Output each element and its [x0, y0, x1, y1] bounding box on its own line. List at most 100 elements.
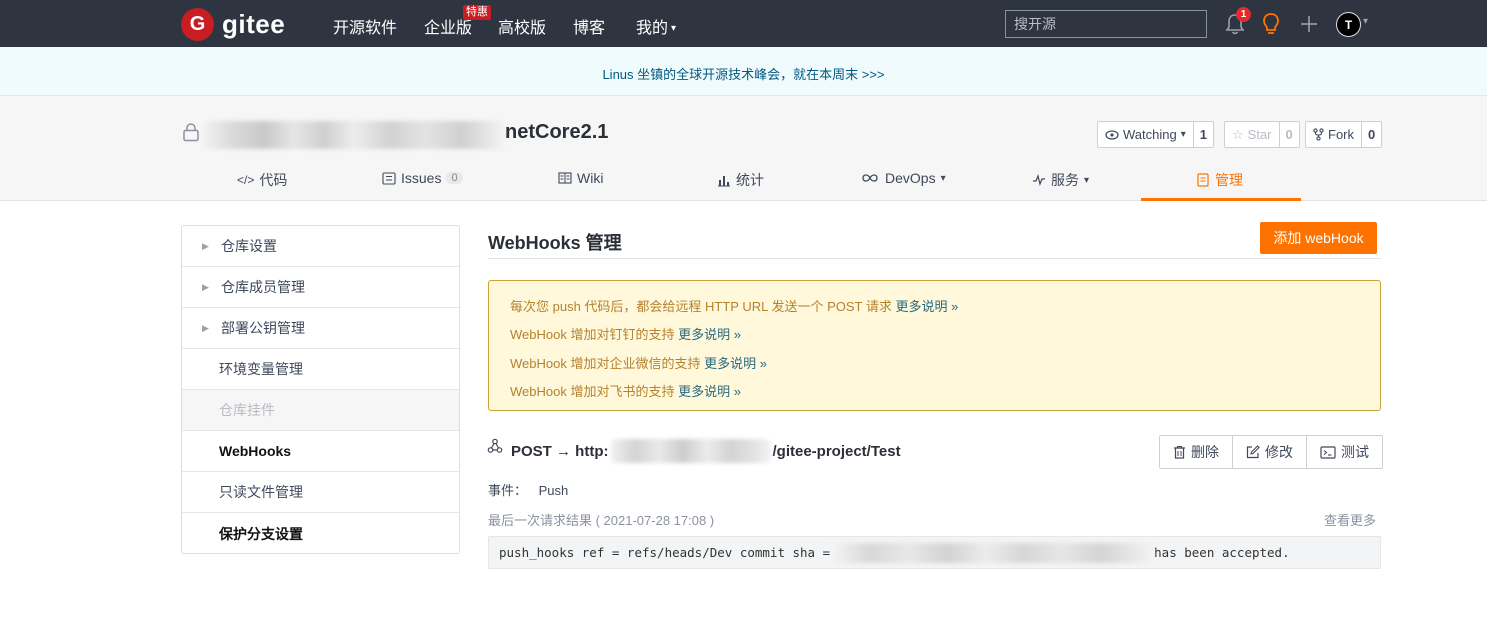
- sidebar-item-readonly-files[interactable]: 只读文件管理: [182, 472, 459, 513]
- webhook-url-prefix: POST → http:: [511, 442, 609, 460]
- bar-chart-icon: [718, 175, 730, 186]
- sidebar-item-label: 环境变量管理: [219, 361, 303, 377]
- view-more-link[interactable]: 查看更多: [1324, 510, 1376, 529]
- test-button[interactable]: 测试: [1306, 436, 1382, 468]
- user-avatar[interactable]: T: [1336, 12, 1361, 37]
- webhook-url: POST → http: /gitee-project/Test: [511, 439, 901, 463]
- test-label: 测试: [1341, 444, 1369, 460]
- sidebar-item-webhooks[interactable]: WebHooks: [182, 431, 459, 472]
- tab-services-label: 服务: [1051, 172, 1079, 188]
- trash-icon: [1174, 445, 1185, 459]
- sidebar-item-label: 保护分支设置: [219, 525, 303, 542]
- enterprise-promo-badge: 特惠: [463, 5, 491, 20]
- announcement-banner: Linus 坐镇的全球开源技术峰会，就在本周末 >>>: [0, 47, 1487, 96]
- sidebar-item-protected-branches[interactable]: 保护分支设置: [182, 513, 459, 554]
- page-title: WebHooks 管理: [488, 233, 622, 253]
- chevron-down-icon[interactable]: ▾: [1363, 16, 1368, 27]
- tab-code[interactable]: </> 代码: [237, 170, 287, 190]
- chevron-right-icon: ▶: [202, 322, 209, 333]
- chevron-down-icon: ▾: [1084, 174, 1090, 186]
- infinity-icon: [862, 174, 878, 182]
- issues-icon: [382, 171, 396, 185]
- nav-mine[interactable]: 我的 ▾: [636, 14, 676, 38]
- add-webhook-button[interactable]: 添加 webHook: [1260, 222, 1377, 254]
- nav-mine-label: 我的: [636, 20, 669, 37]
- search-input[interactable]: [1005, 10, 1207, 38]
- notice-line: WebHook 增加对企业微信的支持 更多说明 »: [510, 353, 767, 372]
- edit-button[interactable]: 修改: [1232, 436, 1306, 468]
- active-tab-indicator: [1141, 198, 1301, 201]
- gitee-logo[interactable]: G gitee: [181, 7, 285, 41]
- sidebar-item-label: 部署公钥管理: [221, 320, 305, 336]
- more-info-link[interactable]: 更多说明 »: [678, 327, 741, 342]
- webhook-info-notice: 每次您 push 代码后，都会给远程 HTTP URL 发送一个 POST 请求…: [488, 280, 1381, 411]
- notice-text: WebHook 增加对飞书的支持: [510, 384, 675, 399]
- tab-issues[interactable]: Issues 0: [382, 170, 463, 186]
- redacted-host: [610, 439, 771, 463]
- plus-icon[interactable]: [1298, 12, 1320, 36]
- watch-label: Watching: [1123, 127, 1177, 142]
- sidebar-item-deploy-keys[interactable]: ▶ 部署公钥管理: [182, 308, 459, 349]
- nav-blog[interactable]: 博客: [573, 14, 605, 38]
- tab-devops-label: DevOps: [885, 170, 936, 186]
- more-info-link[interactable]: 更多说明 »: [678, 384, 741, 399]
- last-request-result: push_hooks ref = refs/heads/Dev commit s…: [488, 536, 1381, 569]
- fork-count[interactable]: 0: [1361, 122, 1381, 147]
- notice-line: WebHook 增加对飞书的支持 更多说明 »: [510, 381, 741, 400]
- more-info-link[interactable]: 更多说明 »: [704, 356, 767, 371]
- sidebar-item-widgets: 仓库挂件: [182, 390, 459, 431]
- notice-text: WebHook 增加对钉钉的支持: [510, 327, 675, 342]
- eye-icon: [1105, 129, 1119, 140]
- sidebar-item-repo-settings[interactable]: ▶ 仓库设置: [182, 226, 459, 267]
- top-navbar: G gitee 开源软件 企业版 特惠 高校版 博客 我的▾ 1 T ▾: [0, 0, 1487, 47]
- nav-education[interactable]: 高校版: [498, 14, 546, 38]
- notice-line: 每次您 push 代码后，都会给远程 HTTP URL 发送一个 POST 请求…: [510, 296, 958, 315]
- sidebar-item-label: 仓库挂件: [219, 402, 275, 418]
- star-label: Star: [1247, 127, 1272, 142]
- tab-manage[interactable]: 管理: [1197, 170, 1243, 190]
- tab-devops[interactable]: DevOps ▾: [860, 170, 946, 186]
- sidebar-item-label: 只读文件管理: [219, 484, 303, 500]
- star-count[interactable]: 0: [1278, 122, 1299, 147]
- lock-icon: [183, 123, 199, 142]
- redacted-commit-sha: [832, 542, 1153, 563]
- terminal-icon: [1320, 445, 1336, 459]
- watch-button[interactable]: Watching ▾ 1: [1097, 121, 1214, 148]
- announcement-link[interactable]: Linus 坐镇的全球开源技术峰会，就在本周末 >>>: [0, 64, 1487, 83]
- delete-label: 删除: [1191, 444, 1219, 460]
- more-info-link[interactable]: 更多说明 »: [896, 299, 959, 314]
- nav-open-source[interactable]: 开源软件: [333, 14, 397, 38]
- star-button[interactable]: ☆ Star 0: [1224, 121, 1300, 148]
- notice-text: WebHook 增加对企业微信的支持: [510, 356, 701, 371]
- sidebar-item-members[interactable]: ▶ 仓库成员管理: [182, 267, 459, 308]
- title-divider: [488, 258, 1381, 259]
- edit-label: 修改: [1265, 444, 1293, 460]
- chevron-down-icon: ▾: [671, 23, 677, 35]
- last-request-info: 最后一次请求结果 ( 2021-07-28 17:08 ): [488, 513, 715, 528]
- webhook-actions: 删除 修改 测试: [1159, 435, 1383, 469]
- fork-icon: [1313, 128, 1324, 141]
- fork-label: Fork: [1328, 127, 1354, 142]
- chevron-right-icon: ▶: [202, 281, 209, 292]
- chevron-down-icon: ▾: [940, 172, 946, 184]
- settings-sidebar: ▶ 仓库设置 ▶ 仓库成员管理 ▶ 部署公钥管理 环境变量管理 仓库挂件 Web…: [181, 225, 460, 554]
- lightbulb-icon[interactable]: [1261, 12, 1281, 36]
- sidebar-item-env-vars[interactable]: 环境变量管理: [182, 349, 459, 390]
- tab-stats[interactable]: 统计: [717, 170, 764, 190]
- delete-button[interactable]: 删除: [1160, 436, 1232, 468]
- webhook-url-suffix: /gitee-project/Test: [772, 442, 901, 460]
- tab-services[interactable]: 服务 ▾: [1032, 170, 1089, 190]
- fork-button[interactable]: Fork 0: [1305, 121, 1383, 148]
- tab-stats-label: 统计: [736, 172, 764, 188]
- document-settings-icon: [1197, 173, 1209, 187]
- issues-count-badge: 0: [446, 172, 463, 184]
- result-prefix: push_hooks ref = refs/heads/Dev commit s…: [499, 545, 831, 560]
- code-icon: </>: [237, 173, 255, 187]
- repo-name[interactable]: netCore2.1: [505, 121, 608, 144]
- result-suffix: has been accepted.: [1154, 545, 1290, 560]
- watch-count[interactable]: 1: [1192, 122, 1213, 147]
- sidebar-item-label: 仓库成员管理: [221, 279, 305, 295]
- sidebar-item-label: 仓库设置: [221, 238, 277, 254]
- tab-wiki[interactable]: Wiki: [558, 170, 603, 186]
- notification-count-badge: 1: [1236, 7, 1251, 22]
